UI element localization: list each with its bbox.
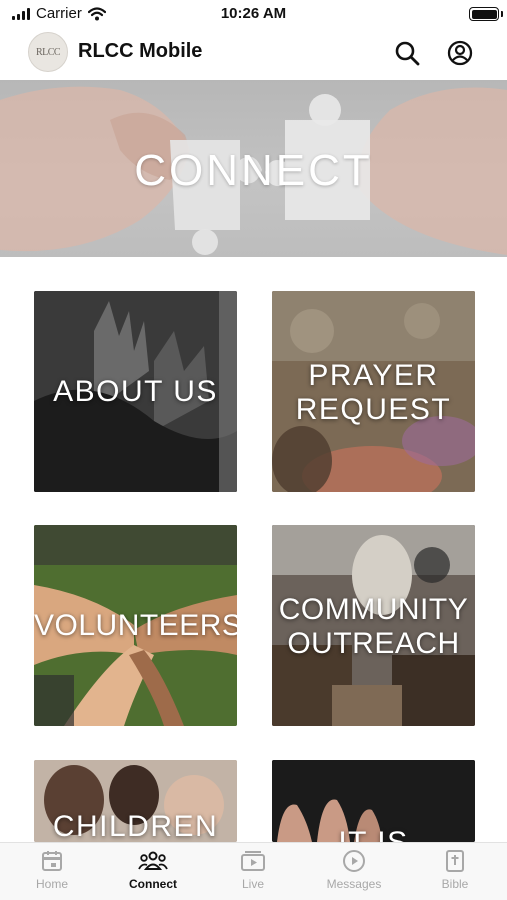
tile-children[interactable]: CHILDREN (34, 760, 237, 842)
tab-live[interactable]: Live (203, 849, 303, 899)
tab-messages[interactable]: Messages (304, 849, 404, 899)
tab-label: Live (241, 877, 264, 891)
search-button[interactable] (392, 38, 422, 68)
app-header: RLCC RLCC Mobile (0, 30, 507, 78)
tab-label: Messages (326, 877, 382, 891)
tile-title-line1: COMMUNITY (278, 593, 469, 626)
tab-label: Bible (441, 877, 469, 891)
tile-title: VOLUNTEERS (34, 609, 237, 642)
play-circle-icon (343, 850, 365, 872)
tile-volunteers[interactable]: VOLUNTEERS (34, 525, 237, 726)
logo-text: RLCC (35, 46, 61, 58)
tile-about-us[interactable]: ABOUT US (34, 291, 237, 492)
bible-icon (446, 850, 464, 872)
tile-title: CHILDREN (52, 810, 219, 842)
live-video-icon (241, 851, 265, 871)
battery-icon (469, 7, 499, 21)
hero-banner: CONNECT (0, 80, 507, 257)
tab-connect[interactable]: Connect (103, 849, 203, 899)
calendar-icon (42, 851, 62, 871)
tab-home[interactable]: Home (2, 849, 102, 899)
status-time: 10:26 AM (220, 5, 287, 22)
bottom-tab-bar: Home Connect Live Messages Bible (0, 842, 507, 900)
tile-it-is[interactable]: IT IS (272, 760, 475, 842)
tile-title-line2: REQUEST (295, 393, 452, 426)
status-bar: Carrier 10:26 AM (0, 0, 507, 28)
tile-community-outreach[interactable]: COMMUNITY OUTREACH (272, 525, 475, 726)
people-icon (138, 851, 168, 870)
search-icon (395, 41, 420, 66)
tile-title-line2: OUTREACH (287, 627, 460, 660)
church-logo[interactable]: RLCC (28, 32, 68, 72)
profile-button[interactable] (445, 38, 475, 68)
tile-prayer-request[interactable]: PRAYER REQUEST (272, 291, 475, 492)
battery-tip (501, 11, 503, 17)
hero-title: CONNECT (134, 146, 373, 195)
app-title: RLCC Mobile (78, 40, 203, 62)
tab-bible[interactable]: Bible (405, 849, 505, 899)
tile-title-line1: PRAYER (308, 359, 439, 392)
account-icon (447, 40, 473, 66)
tile-title: ABOUT US (53, 375, 218, 408)
tab-label: Connect (129, 877, 177, 891)
tile-title: IT IS (272, 826, 475, 842)
tab-label: Home (35, 877, 68, 891)
